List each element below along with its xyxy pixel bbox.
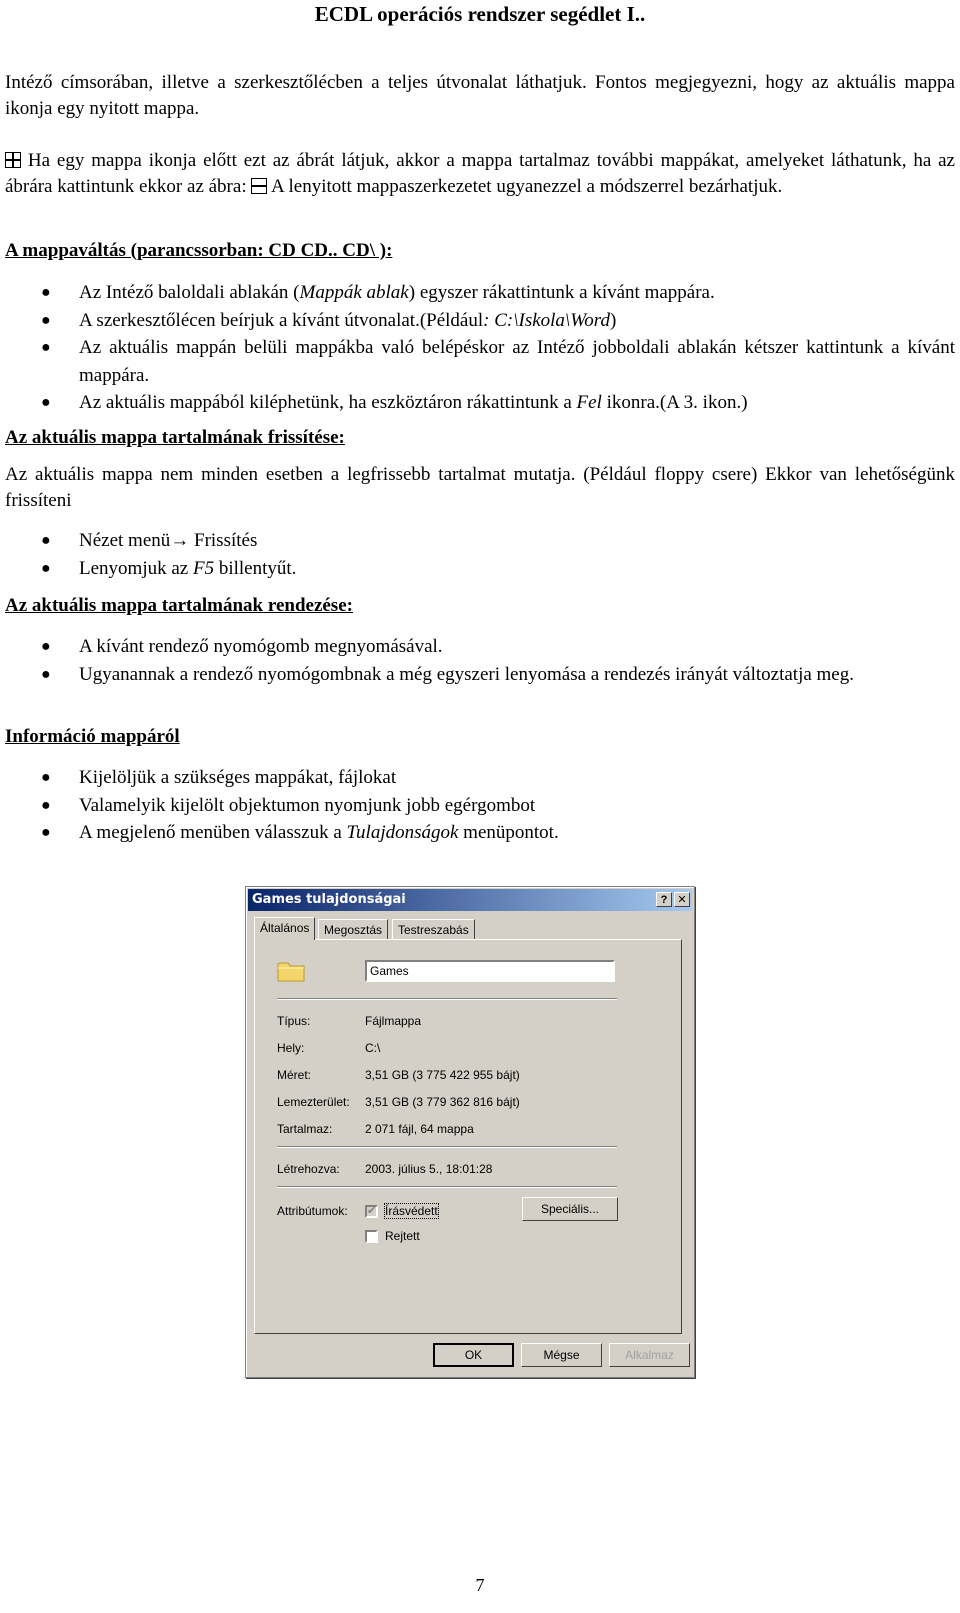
bullet-icon: ● [41, 824, 51, 841]
bullet-icon: ● [41, 638, 51, 655]
expand-text-2: A lenyitott mappaszerkezetet ugyanezzel … [267, 176, 783, 197]
disk-size-label: Lemezterület: [277, 1095, 350, 1109]
bullet-list: ● Az Intéző baloldali ablakán (Mappák abl… [0, 279, 955, 417]
expand-paragraph: Ha egy mappa ikonja előtt ezt az ábrát l… [5, 148, 955, 200]
section-heading: A mappaváltás (parancssorban: CD CD.. CD… [5, 240, 393, 261]
tab-sharing[interactable]: Megosztás [318, 919, 389, 939]
size-value: 3,51 GB (3 775 422 955 bájt) [365, 1068, 520, 1082]
size-label: Méret: [277, 1068, 312, 1082]
attributes-label: Attribútumok: [277, 1204, 348, 1218]
apply-button[interactable]: Alkalmaz [609, 1343, 690, 1367]
cancel-button[interactable]: Mégse [521, 1343, 602, 1367]
help-button[interactable]: ? [656, 892, 672, 907]
list-item: ● Valamelyik kijelölt objektumon nyomjunk… [0, 792, 955, 820]
dialog-titlebar[interactable]: Games tulajdonságai ? ✕ [248, 889, 692, 911]
section-heading: Információ mappáról [5, 726, 180, 747]
general-panel: Típus: Fájlmappa Hely: C:\ Méret: 3,51 G… [254, 939, 682, 1334]
created-label: Létrehozva: [277, 1162, 340, 1176]
folder-icon [277, 962, 305, 982]
intro-paragraph: Intéző címsorában, illetve a szerkesztől… [5, 72, 955, 119]
hidden-label[interactable]: Rejtett [385, 1229, 420, 1243]
list-item: ● Ugyanannak a rendező nyomógombnak a még… [0, 661, 955, 689]
bullet-icon: ● [41, 284, 51, 301]
contains-value: 2 071 fájl, 64 mappa [365, 1122, 474, 1136]
checkmark-icon: ✔ [367, 1205, 377, 1217]
bullet-icon: ● [41, 665, 51, 683]
bullet-icon: ● [41, 559, 51, 577]
list-item: ● Az aktuális mappából kiléphetünk, ha es… [0, 389, 955, 417]
list-item: ● Az Intéző baloldali ablakán (Mappák abl… [0, 279, 955, 307]
disk-size-value: 3,51 GB (3 779 362 816 bájt) [365, 1095, 520, 1109]
section-heading: Az aktuális mappa tartalmának frissítése… [5, 427, 345, 448]
list-item: ● Az aktuális mappán belüli mappákba való… [0, 334, 955, 389]
section-paragraph: Az aktuális mappa nem minden esetben a l… [5, 464, 955, 511]
tree-expand-plus-icon [5, 152, 21, 168]
tab-customize[interactable]: Testreszabás [392, 919, 475, 939]
bullet-list: ● Kijelöljük a szükséges mappákat, fájlok… [0, 764, 955, 847]
readonly-label[interactable]: Írásvédett [384, 1203, 439, 1219]
page-title: ECDL operációs rendszer segédlet I.. [314, 2, 646, 26]
type-label: Típus: [277, 1014, 311, 1028]
tree-collapse-minus-icon [251, 178, 268, 194]
list-item: ● A megjelenő menüben válasszuk a Tulajdo… [0, 819, 955, 847]
dialog-title: Games tulajdonságai [252, 892, 406, 907]
bullet-icon: ● [41, 339, 51, 356]
list-item: ● Lenyomjuk az F5 billentyűt. [0, 555, 955, 583]
created-value: 2003. július 5., 18:01:28 [365, 1162, 493, 1176]
list-item: ● A szerkesztőlécen beírjuk a kívánt útvo… [0, 307, 955, 335]
bullet-icon: ● [41, 796, 51, 814]
close-button[interactable]: ✕ [674, 892, 690, 907]
advanced-button[interactable]: Speciális... [522, 1197, 618, 1221]
list-item: ● Kijelöljük a szükséges mappákat, fájlok… [0, 764, 955, 792]
ok-button[interactable]: OK [433, 1343, 514, 1367]
divider [277, 1146, 617, 1148]
bullet-list: ● Nézet menü→ Frissítés ● Lenyomjuk az F5 … [0, 527, 955, 582]
tab-general[interactable]: Általános [254, 917, 316, 940]
bullet-icon: ● [41, 532, 51, 549]
section-heading: Az aktuális mappa tartalmának rendezése: [5, 595, 353, 616]
bullet-list: ● A kívánt rendező nyomógomb megnyomásáva… [0, 633, 955, 688]
properties-dialog: Games tulajdonságai ? ✕ Általános Megosz… [245, 886, 695, 1378]
divider [277, 1186, 617, 1188]
location-value: C:\ [365, 1041, 381, 1055]
location-label: Hely: [277, 1041, 305, 1055]
list-item: ● A kívánt rendező nyomógomb megnyomásáva… [0, 633, 955, 661]
bullet-icon: ● [41, 311, 51, 329]
folder-name-input[interactable] [365, 960, 615, 982]
page-number: 7 [475, 1575, 485, 1595]
divider [277, 998, 617, 1000]
hidden-checkbox[interactable] [365, 1230, 378, 1243]
list-item: ● Nézet menü→ Frissítés [0, 527, 955, 555]
type-value: Fájlmappa [365, 1014, 422, 1028]
readonly-checkbox[interactable]: ✔ [365, 1205, 378, 1218]
bullet-icon: ● [41, 769, 51, 786]
bullet-icon: ● [41, 394, 51, 411]
contains-label: Tartalmaz: [277, 1122, 333, 1136]
